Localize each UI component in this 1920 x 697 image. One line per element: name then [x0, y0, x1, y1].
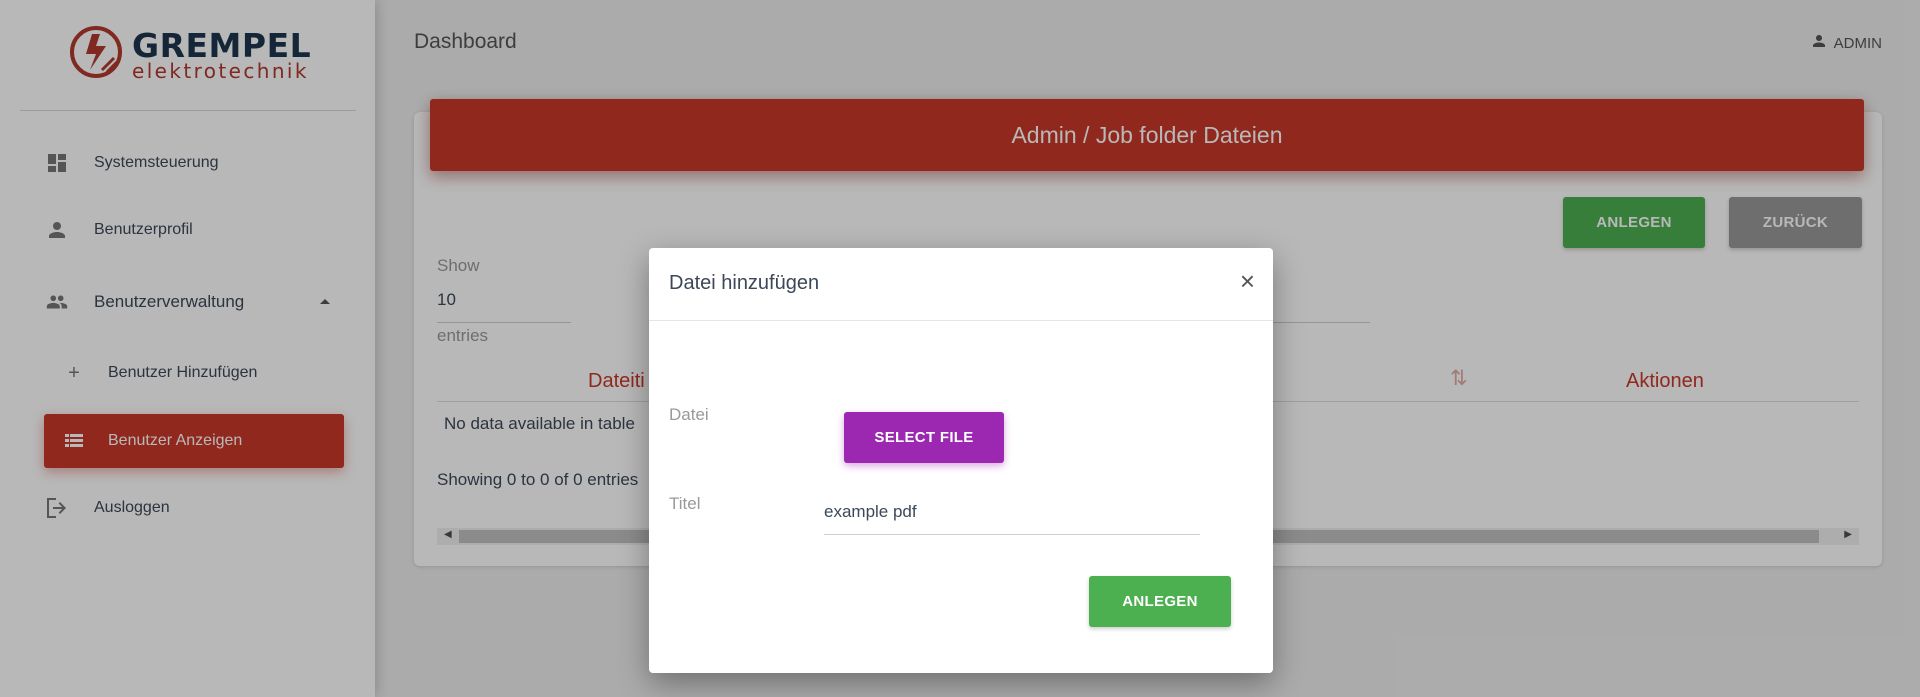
title-label: Titel	[669, 494, 701, 513]
submit-button[interactable]: ANLEGEN	[1089, 576, 1231, 627]
title-input[interactable]: example pdf	[824, 502, 1200, 535]
modal-divider	[649, 320, 1273, 321]
add-file-modal: Datei hinzufügen × Datei SELECT FILE Tit…	[649, 248, 1273, 673]
file-label: Datei	[669, 405, 709, 424]
close-icon[interactable]: ×	[1240, 268, 1255, 294]
modal-title: Datei hinzufügen	[669, 272, 820, 294]
select-file-button[interactable]: SELECT FILE	[844, 412, 1004, 463]
